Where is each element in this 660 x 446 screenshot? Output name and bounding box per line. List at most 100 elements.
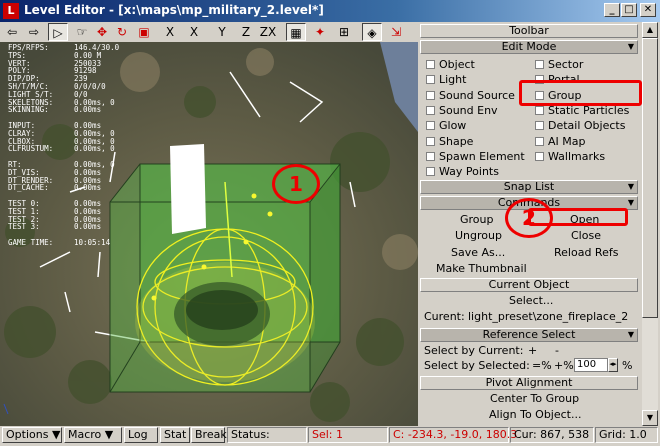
pivot-alignment-header[interactable]: Pivot Alignment <box>420 376 638 390</box>
checkbox-icon <box>535 60 544 69</box>
select-object-link[interactable]: Select... <box>509 294 553 307</box>
stat-row: TEST 3: 0.00ms <box>8 223 119 231</box>
edit-mode-light-checkbox[interactable]: Light <box>426 73 466 86</box>
edit-mode-sector-checkbox[interactable]: Sector <box>535 58 583 71</box>
checkbox-icon <box>426 105 435 115</box>
current-object-header[interactable]: Current Object <box>420 278 638 292</box>
select-by-selected-plus-pct[interactable]: +% <box>554 359 574 372</box>
reload-refs-command[interactable]: Reload Refs <box>554 246 618 259</box>
select-tool-icon[interactable]: ▷ <box>48 23 68 41</box>
annotation-highlight-group <box>519 80 642 106</box>
undo-tool-icon[interactable]: ⇦ <box>2 23 22 41</box>
camera-tool-icon[interactable]: ☞ <box>72 23 92 41</box>
make-thumbnail-command[interactable]: Make Thumbnail <box>436 262 527 275</box>
annotation-marker-2: 2 <box>505 198 553 238</box>
edit-mode-sound-source-checkbox[interactable]: Sound Source <box>426 89 515 102</box>
stat-label: DT_CACHE: <box>8 183 49 193</box>
save-as-command[interactable]: Save As... <box>451 246 505 259</box>
collapse-icon: ▼ <box>627 198 634 207</box>
checkbox-label: AI Map <box>548 134 586 148</box>
object-snap-tool-icon[interactable]: ◈ <box>362 23 382 41</box>
scale-tool-icon[interactable]: ▣ <box>134 23 154 41</box>
stat-value: 10:05:14 <box>74 237 111 247</box>
group-command[interactable]: Group <box>460 213 494 226</box>
break-button[interactable]: Break <box>191 427 227 443</box>
reference-select-header[interactable]: Reference Select ▼ <box>420 328 638 342</box>
rotate-tool-icon[interactable]: ↻ <box>112 23 132 41</box>
toolbar-header-label: Toolbar <box>509 24 549 37</box>
checkbox-label: Sector <box>548 58 584 71</box>
axis-zx-tool-icon[interactable]: ZX <box>258 23 278 41</box>
snap-list-header[interactable]: Snap List ▼ <box>420 180 638 194</box>
render-stats-overlay: FPS/RFPS: 146.4/30.0 TPS: 0.00 M VERT: 250033… <box>8 44 119 247</box>
scroll-thumb[interactable] <box>642 38 658 318</box>
checkbox-icon <box>426 167 435 177</box>
checkbox-label: Wallmarks <box>548 149 606 163</box>
scroll-down-icon[interactable]: ▼ <box>642 410 658 426</box>
percent-spinner[interactable]: ◂▸ <box>608 358 618 372</box>
macro-button[interactable]: Macro ▼ <box>64 427 122 443</box>
window-title: Level Editor - [x:\maps\mp_military_2.le… <box>24 3 324 17</box>
center-to-group-command[interactable]: Center To Group <box>490 392 579 405</box>
stat-row: GAME TIME: 10:05:14 <box>8 239 119 247</box>
edit-mode-way-points-checkbox[interactable]: Way Points <box>426 165 499 178</box>
select-by-current-plus[interactable]: + <box>528 344 537 357</box>
axis-y-tool-icon[interactable]: Y <box>212 23 232 41</box>
status-bar: Options ▼ Macro ▼ Log Stat Break Status:… <box>0 426 660 446</box>
stat-button[interactable]: Stat <box>160 427 190 443</box>
edit-mode-ai-map-checkbox[interactable]: AI Map <box>535 135 585 148</box>
edit-mode-label: Edit Mode <box>501 40 557 53</box>
macro-label: Macro <box>68 428 102 441</box>
stat-row: DT_CACHE: 0.00ms <box>8 184 119 192</box>
toolbar-section-header[interactable]: Toolbar <box>420 24 638 38</box>
edit-mode-object-checkbox[interactable]: Object <box>426 58 475 71</box>
edit-mode-shape-checkbox[interactable]: Shape <box>426 135 473 148</box>
checkbox-label: Detail Objects <box>548 119 626 133</box>
moving-snap-tool-icon[interactable]: ⇲ <box>386 23 406 41</box>
select-by-selected-label: Select by Selected: <box>424 359 530 372</box>
checkbox-icon <box>426 60 435 69</box>
checkbox-label: Spawn Element <box>439 149 525 163</box>
current-label: Curent: <box>424 310 465 323</box>
reference-select-label: Reference Select <box>482 328 576 341</box>
main-toolbar: ⇦ ⇨ ▷ ☞ ✥ ↻ ▣ X X Y Z ZX ▦ ✦ ⊞ ◈ ⇲ <box>0 22 418 42</box>
stat-row: CLFRUSTUM: 0.00ms, 0 <box>8 145 119 153</box>
3d-viewport[interactable]: FPS/RFPS: 146.4/30.0 TPS: 0.00 M VERT: 250033… <box>0 42 418 426</box>
grid-tool-icon[interactable]: ⊞ <box>334 23 354 41</box>
close-command[interactable]: Close <box>571 229 601 242</box>
edit-mode-detail-objects-checkbox[interactable]: Detail Objects <box>535 119 625 132</box>
close-button[interactable]: ✕ <box>640 3 656 17</box>
selection-count: Sel: 1 <box>308 427 388 443</box>
ungroup-command[interactable]: Ungroup <box>455 229 502 242</box>
align-to-object-command[interactable]: Align To Object... <box>489 408 581 421</box>
csg-tool-icon[interactable]: ▦ <box>286 23 306 41</box>
axis-z-tool-icon[interactable]: Z <box>236 23 256 41</box>
cursor-coordinates: C: -234.3, -19.0, 180.3 <box>389 427 517 443</box>
select-by-current-minus[interactable]: - <box>555 344 559 357</box>
minimize-button[interactable]: _ <box>604 3 620 17</box>
redo-tool-icon[interactable]: ⇨ <box>24 23 44 41</box>
maximize-button[interactable]: □ <box>621 3 637 17</box>
collapse-icon: ▼ <box>627 330 634 339</box>
collapse-icon: ▼ <box>627 182 634 191</box>
options-button[interactable]: Options ▼ <box>2 427 62 443</box>
edit-mode-wallmarks-checkbox[interactable]: Wallmarks <box>535 150 605 163</box>
checkbox-label: Sound Env <box>439 103 498 117</box>
app-logo-icon: L <box>3 3 19 19</box>
snap-tool-icon[interactable]: ✦ <box>310 23 330 41</box>
log-button[interactable]: Log <box>124 427 158 443</box>
edit-mode-sound-env-checkbox[interactable]: Sound Env <box>426 104 498 117</box>
checkbox-label: Shape <box>439 134 474 148</box>
edit-mode-header[interactable]: Edit Mode ▼ <box>420 40 638 54</box>
axis-x-tool-icon[interactable]: X <box>184 23 204 41</box>
select-by-selected-eq-minus[interactable]: =% <box>532 359 552 372</box>
move-tool-icon[interactable]: ✥ <box>92 23 112 41</box>
percent-input[interactable]: 100 <box>574 358 608 372</box>
dropdown-arrow-icon: ▼ <box>104 428 114 441</box>
scroll-up-icon[interactable]: ▲ <box>642 22 658 38</box>
checkbox-icon <box>426 151 435 161</box>
panel-scrollbar[interactable]: ▲ ▼ <box>642 22 658 426</box>
edit-mode-spawn-element-checkbox[interactable]: Spawn Element <box>426 150 525 163</box>
clear-tool-icon[interactable]: X <box>160 23 180 41</box>
edit-mode-glow-checkbox[interactable]: Glow <box>426 119 466 132</box>
